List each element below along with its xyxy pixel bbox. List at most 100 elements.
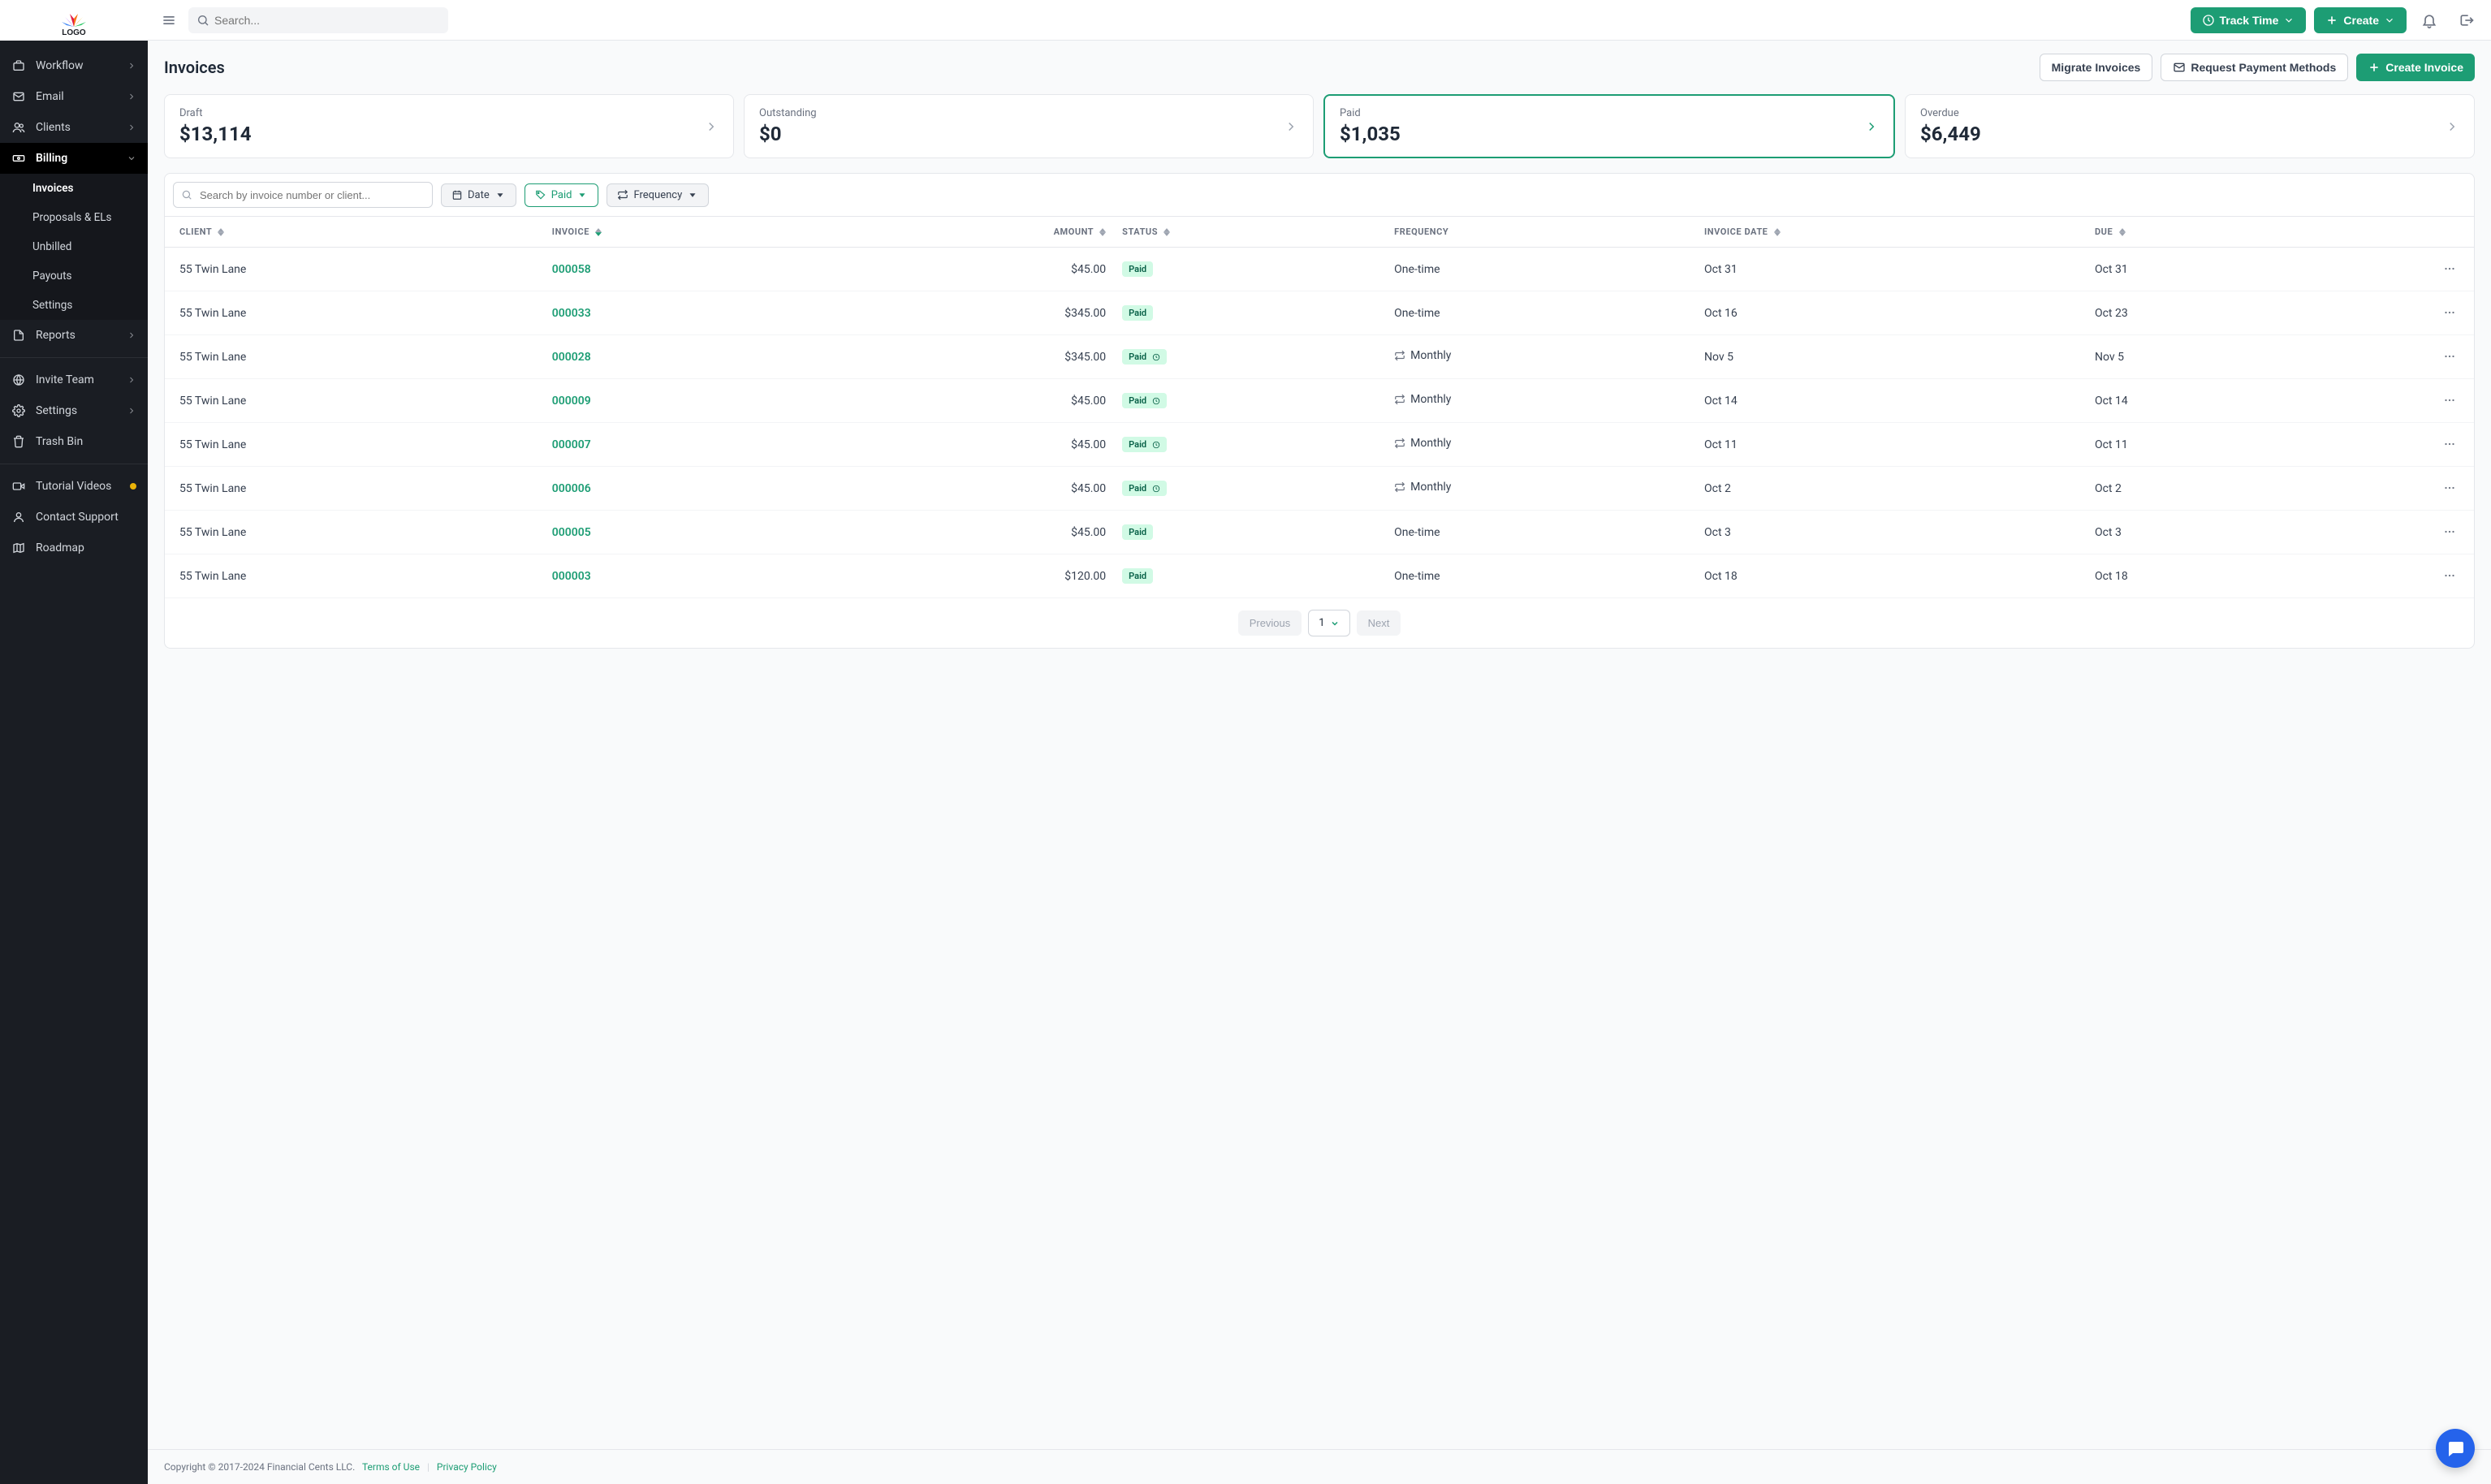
nav-sub-proposals[interactable]: Proposals & ELs [0, 203, 148, 232]
row-menu-button[interactable] [2440, 259, 2459, 278]
cell-invoice[interactable]: 000003 [544, 554, 824, 598]
dots-icon [2442, 524, 2457, 539]
nav-item-trash[interactable]: Trash Bin [0, 426, 148, 457]
nav-sub-payouts[interactable]: Payouts [0, 261, 148, 291]
row-menu-button[interactable] [2440, 434, 2459, 454]
notifications-button[interactable] [2415, 6, 2444, 35]
nav-item-settings[interactable]: Settings [0, 395, 148, 426]
filters-bar: Date Paid Frequency [165, 174, 2474, 217]
cell-due: Nov 5 [2087, 335, 2295, 379]
logout-button[interactable] [2452, 6, 2481, 35]
col-due[interactable]: DUE [2087, 217, 2295, 248]
col-status[interactable]: STATUS [1114, 217, 1386, 248]
menu-toggle[interactable] [158, 9, 180, 32]
table-row[interactable]: 55 Twin Lane000033$345.00Paid One-timeOc… [165, 291, 2474, 335]
nav-item-workflow[interactable]: Workflow [0, 50, 148, 81]
filter-frequency[interactable]: Frequency [607, 183, 709, 207]
row-menu-button[interactable] [2440, 566, 2459, 585]
cell-invoice[interactable]: 000009 [544, 379, 824, 423]
calendar-icon [451, 189, 463, 201]
cell-client: 55 Twin Lane [165, 467, 544, 511]
chevron-right-icon [127, 123, 136, 132]
nav-label: Workflow [36, 59, 127, 72]
prev-button[interactable]: Previous [1238, 610, 1302, 636]
track-time-button[interactable]: Track Time [2191, 7, 2307, 33]
cell-date: Nov 5 [1696, 335, 2087, 379]
table-row[interactable]: 55 Twin Lane000007$45.00Paid MonthlyOct … [165, 423, 2474, 467]
table-row[interactable]: 55 Twin Lane000005$45.00Paid One-timeOct… [165, 511, 2474, 554]
cell-due: Oct 18 [2087, 554, 2295, 598]
table-row[interactable]: 55 Twin Lane000006$45.00Paid MonthlyOct … [165, 467, 2474, 511]
cell-amount: $120.00 [823, 554, 1114, 598]
stat-label: Draft [179, 107, 252, 119]
sidebar: LOGO Workflow Email Clients Bi [0, 0, 148, 1484]
mail-icon [2173, 61, 2186, 74]
cell-invoice[interactable]: 000033 [544, 291, 824, 335]
stat-outstanding[interactable]: Outstanding $0 [744, 94, 1314, 158]
search-icon [196, 14, 209, 27]
nav-label: Settings [36, 404, 127, 417]
page-select[interactable]: 1 [1308, 610, 1349, 636]
nav-label: Billing [36, 152, 127, 165]
cell-invoice[interactable]: 000007 [544, 423, 824, 467]
create-button[interactable]: Create [2314, 7, 2407, 33]
sort-icon [218, 228, 224, 236]
row-menu-button[interactable] [2440, 522, 2459, 541]
table-row[interactable]: 55 Twin Lane000003$120.00Paid One-timeOc… [165, 554, 2474, 598]
nav-sub-unbilled[interactable]: Unbilled [0, 232, 148, 261]
cell-invoice[interactable]: 000005 [544, 511, 824, 554]
cell-actions [2295, 291, 2474, 335]
nav-item-clients[interactable]: Clients [0, 112, 148, 143]
filter-status-paid[interactable]: Paid [525, 183, 599, 207]
col-invoice-date[interactable]: INVOICE DATE [1696, 217, 2087, 248]
cell-frequency: One-time [1386, 554, 1696, 598]
filter-date[interactable]: Date [441, 183, 516, 207]
col-frequency: FREQUENCY [1386, 217, 1696, 248]
chat-launcher[interactable] [2436, 1429, 2475, 1468]
search-input[interactable] [188, 7, 448, 33]
stat-paid[interactable]: Paid $1,035 [1323, 94, 1895, 158]
table-row[interactable]: 55 Twin Lane000058$45.00Paid One-timeOct… [165, 248, 2474, 291]
cell-invoice[interactable]: 000058 [544, 248, 824, 291]
video-icon [11, 479, 26, 494]
nav-sub-invoices[interactable]: Invoices [0, 174, 148, 203]
nav-item-invite-team[interactable]: Invite Team [0, 365, 148, 395]
cell-client: 55 Twin Lane [165, 511, 544, 554]
privacy-link[interactable]: Privacy Policy [437, 1461, 497, 1473]
table-row[interactable]: 55 Twin Lane000028$345.00Paid MonthlyNov… [165, 335, 2474, 379]
create-invoice-button[interactable]: Create Invoice [2356, 54, 2475, 81]
next-button[interactable]: Next [1357, 610, 1401, 636]
nav-item-tutorials[interactable]: Tutorial Videos [0, 471, 148, 502]
nav-sub-settings[interactable]: Settings [0, 291, 148, 320]
divider [0, 357, 148, 358]
row-menu-button[interactable] [2440, 478, 2459, 498]
migrate-invoices-button[interactable]: Migrate Invoices [2040, 54, 2153, 81]
logo[interactable]: LOGO [0, 0, 148, 41]
cell-status: Paid [1114, 467, 1386, 511]
request-payment-methods-button[interactable]: Request Payment Methods [2161, 54, 2348, 81]
stat-draft[interactable]: Draft $13,114 [164, 94, 734, 158]
cell-invoice[interactable]: 000006 [544, 467, 824, 511]
status-badge: Paid [1122, 305, 1153, 321]
col-amount[interactable]: AMOUNT [823, 217, 1114, 248]
col-invoice[interactable]: INVOICE [544, 217, 824, 248]
nav-item-email[interactable]: Email [0, 81, 148, 112]
notification-dot [130, 483, 136, 490]
table-search-input[interactable] [173, 182, 433, 208]
nav-item-support[interactable]: Contact Support [0, 502, 148, 533]
nav-item-reports[interactable]: Reports [0, 320, 148, 351]
cell-client: 55 Twin Lane [165, 248, 544, 291]
stat-overdue[interactable]: Overdue $6,449 [1905, 94, 2475, 158]
nav-item-roadmap[interactable]: Roadmap [0, 533, 148, 563]
nav-item-billing[interactable]: Billing [0, 143, 148, 174]
col-client[interactable]: CLIENT [165, 217, 544, 248]
status-badge: Paid [1122, 481, 1167, 496]
terms-link[interactable]: Terms of Use [362, 1461, 420, 1473]
table-row[interactable]: 55 Twin Lane000009$45.00Paid MonthlyOct … [165, 379, 2474, 423]
row-menu-button[interactable] [2440, 303, 2459, 322]
row-menu-button[interactable] [2440, 347, 2459, 366]
dots-icon [2442, 437, 2457, 451]
cell-invoice[interactable]: 000028 [544, 335, 824, 379]
topbar: Track Time Create [148, 0, 2491, 41]
row-menu-button[interactable] [2440, 390, 2459, 410]
